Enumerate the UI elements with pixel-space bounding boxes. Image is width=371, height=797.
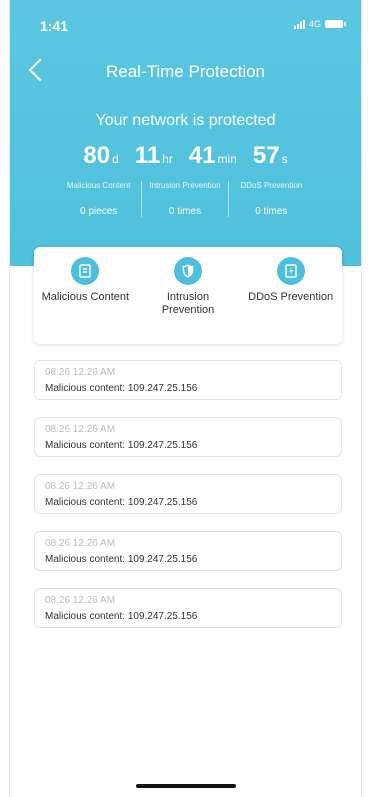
stat-ddos-prevention: DDoS Prevention 0 times (227, 181, 314, 217)
ddos-icon (276, 257, 305, 285)
feature-malicious-content[interactable]: Malicious Content (40, 257, 130, 304)
network-type: 4G (308, 19, 321, 29)
protection-timer: 80 d 11 hr 41 min 57 s (10, 142, 361, 170)
system-indicators: 4G (293, 19, 346, 29)
timer-minutes: 41 min (188, 142, 237, 169)
nav-bar: Real-Time Protection (10, 56, 361, 92)
signal-icon (293, 19, 305, 29)
log-timestamp: 08.26 12.26 AM (45, 367, 116, 378)
shield-icon (173, 257, 202, 285)
event-log-list: 08.26 12.26 AM Malicious content: 109.24… (34, 360, 342, 645)
feature-label: Intrusion Prevention (161, 291, 215, 316)
status-bar: 1:41 4G (10, 0, 361, 50)
stat-intrusion-prevention: Intrusion Prevention 0 times (141, 181, 227, 217)
timer-seconds: 57 s (252, 142, 288, 169)
timer-days: 80 d (83, 142, 119, 169)
home-indicator[interactable] (135, 784, 236, 788)
log-message: Malicious content: 109.247.25.156 (45, 554, 198, 565)
log-message: Malicious content: 109.247.25.156 (45, 497, 198, 508)
log-message: Malicious content: 109.247.25.156 (45, 611, 198, 622)
log-entry[interactable]: 08.26 12.26 AM Malicious content: 109.24… (34, 588, 342, 628)
feature-label: DDoS Prevention (248, 291, 334, 303)
protection-status: Your network is protected (95, 112, 276, 129)
feature-ddos-prevention[interactable]: DDoS Prevention (246, 257, 336, 304)
log-timestamp: 08.26 12.26 AM (45, 538, 116, 549)
battery-icon (325, 20, 346, 28)
log-entry[interactable]: 08.26 12.26 AM Malicious content: 109.24… (34, 474, 342, 514)
log-timestamp: 08.26 12.26 AM (45, 595, 116, 606)
page-title: Real-Time Protection (105, 62, 266, 81)
feature-label: Malicious Content (41, 291, 130, 303)
feature-card: Malicious Content Intrusion Prevention D… (34, 247, 342, 344)
log-message: Malicious content: 109.247.25.156 (45, 383, 198, 394)
protection-header: 1:41 4G Real-Time Protection Your networ… (10, 0, 361, 266)
feature-intrusion-prevention[interactable]: Intrusion Prevention (143, 257, 233, 317)
protection-stats: Malicious Content 0 pieces Intrusion Pre… (56, 181, 314, 217)
malicious-content-icon (71, 257, 100, 285)
log-entry[interactable]: 08.26 12.26 AM Malicious content: 109.24… (34, 531, 342, 571)
phone-screen: 1:41 4G Real-Time Protection Your networ… (9, 0, 362, 797)
log-message: Malicious content: 109.247.25.156 (45, 440, 198, 451)
status-time: 1:41 (40, 18, 69, 34)
log-entry[interactable]: 08.26 12.26 AM Malicious content: 109.24… (34, 417, 342, 457)
log-timestamp: 08.26 12.26 AM (45, 424, 116, 435)
log-timestamp: 08.26 12.26 AM (45, 481, 116, 492)
timer-hours: 11 hr (134, 142, 173, 169)
stat-malicious-content: Malicious Content 0 pieces (66, 181, 131, 217)
log-entry[interactable]: 08.26 12.26 AM Malicious content: 109.24… (34, 360, 342, 400)
